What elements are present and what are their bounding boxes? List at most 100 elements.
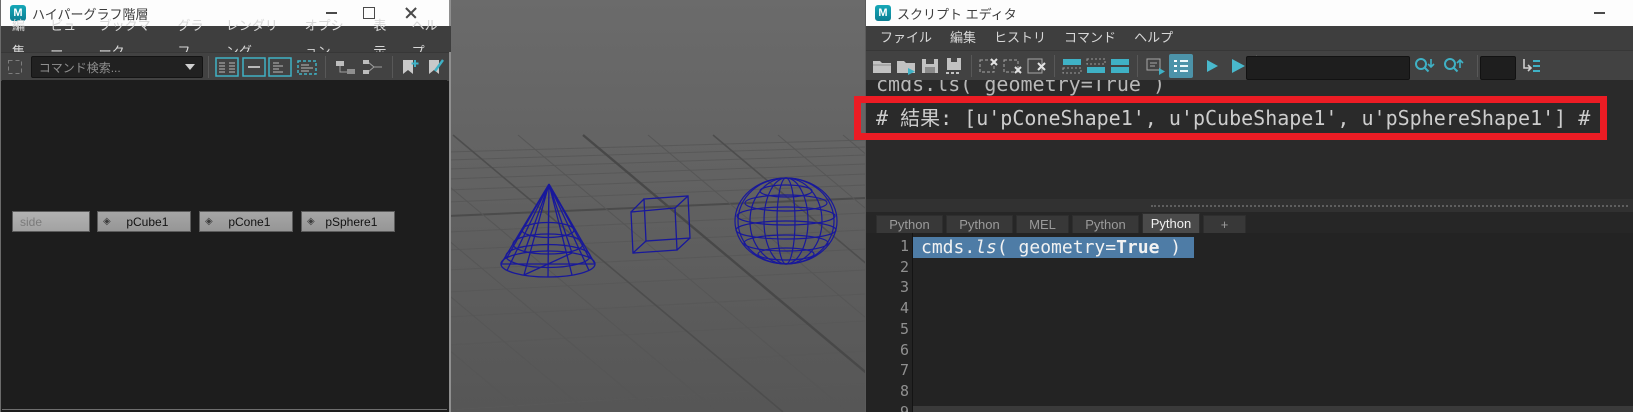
toolbar-separator bbox=[1054, 55, 1055, 77]
command-search-combo[interactable]: コマンド検索... bbox=[30, 56, 203, 78]
tab-python-3[interactable]: Python bbox=[1072, 215, 1139, 233]
edit-bookmark-button[interactable] bbox=[423, 55, 449, 79]
open-script-button[interactable] bbox=[870, 53, 894, 79]
sphere-wireframe[interactable] bbox=[734, 177, 838, 265]
upstream-connections-icon bbox=[336, 61, 356, 74]
execute-icon bbox=[1207, 60, 1218, 72]
goto-line-input[interactable] bbox=[1480, 56, 1516, 80]
search-next-icon bbox=[1415, 58, 1435, 73]
select-tool-button[interactable] bbox=[3, 55, 27, 79]
grid-axis-line bbox=[452, 134, 784, 412]
script-editor-window-title: スクリプト エディタ bbox=[897, 6, 1017, 22]
clear-history-icon bbox=[1003, 59, 1022, 74]
echo-commands-icon bbox=[1146, 58, 1165, 75]
marquee-select-icon bbox=[7, 60, 22, 74]
line-number: 2 bbox=[899, 257, 909, 276]
traversal-depth-icon bbox=[297, 60, 317, 75]
toolbar-separator bbox=[1137, 55, 1138, 77]
menu-help[interactable]: ヘルプ bbox=[1125, 25, 1182, 51]
search-next-button[interactable] bbox=[1411, 54, 1437, 78]
hypergraph-menubar: 編集 ビュー ブックマーク グラフ レンダリング オプション 表示 ヘルプ bbox=[1, 18, 451, 59]
menu-command[interactable]: コマンド bbox=[1055, 25, 1125, 51]
line-number: 3 bbox=[899, 278, 909, 297]
node-psphere1[interactable]: ◈ pSphere1 bbox=[301, 211, 395, 232]
menu-edit[interactable]: 編集 bbox=[941, 25, 985, 51]
save-script-button[interactable] bbox=[918, 53, 942, 79]
line-number: 5 bbox=[899, 319, 909, 338]
search-previous-icon bbox=[1444, 58, 1464, 73]
add-tab-button[interactable]: + bbox=[1203, 215, 1246, 233]
pane-splitter[interactable] bbox=[866, 199, 1633, 212]
clear-input-button[interactable] bbox=[977, 53, 1001, 79]
downstream-connections-button[interactable] bbox=[359, 55, 387, 79]
hierarchy-layout-button[interactable] bbox=[214, 55, 241, 79]
clear-input-icon bbox=[979, 58, 998, 73]
save-script-icon bbox=[922, 59, 938, 73]
maya-logo-icon: M bbox=[875, 5, 891, 21]
chevron-down-icon bbox=[184, 64, 195, 70]
hypergraph-canvas[interactable]: side ◈ pCube1 ◈ pCone1 ◈ pSphere1 bbox=[2, 80, 447, 410]
history-echo-line: cmds.ls( geometry=True ) bbox=[876, 80, 1165, 96]
node-label: pCube1 bbox=[126, 214, 169, 229]
hypergraph-toolbar: コマンド検索... bbox=[1, 52, 449, 81]
cube-wireframe[interactable] bbox=[630, 195, 691, 254]
transform-node-icon: ◈ bbox=[307, 216, 315, 227]
selected-code-line[interactable]: cmds.ls( geometry=True ) bbox=[913, 237, 1194, 258]
load-script-button[interactable] bbox=[894, 53, 918, 79]
hypergraph-window: M ハイパーグラフ階層 編集 ビュー ブックマーク グラフ レンダリング オプシ… bbox=[0, 0, 451, 412]
maya-desktop: M ハイパーグラフ階層 編集 ビュー ブックマーク グラフ レンダリング オプシ… bbox=[0, 0, 1633, 412]
line-numbers-icon bbox=[1174, 60, 1188, 72]
show-input-pane-button[interactable] bbox=[1084, 53, 1108, 79]
toolbar-separator bbox=[971, 55, 972, 77]
line-numbers-toggle-button[interactable] bbox=[1169, 54, 1193, 78]
save-to-shelf-button[interactable] bbox=[942, 53, 966, 79]
tab-python-1[interactable]: Python bbox=[876, 215, 943, 233]
echo-commands-button[interactable] bbox=[1143, 53, 1169, 79]
tab-python-active[interactable]: Python bbox=[1142, 213, 1200, 233]
horizontal-scrollbar[interactable] bbox=[913, 406, 1633, 412]
node-pcube1[interactable]: ◈ pCube1 bbox=[97, 211, 191, 232]
show-both-panes-button[interactable] bbox=[1108, 53, 1132, 79]
transform-node-icon: ◈ bbox=[205, 216, 213, 227]
menu-file[interactable]: ファイル bbox=[871, 25, 941, 51]
search-input[interactable] bbox=[1246, 56, 1410, 80]
tab-mel[interactable]: MEL bbox=[1016, 215, 1069, 233]
perspective-viewport[interactable] bbox=[448, 0, 865, 412]
goto-line-button[interactable] bbox=[1518, 54, 1544, 78]
node-side-camera[interactable]: side bbox=[12, 211, 90, 232]
expand-node-icon bbox=[268, 57, 293, 77]
script-editor-titlebar[interactable]: M スクリプト エディタ bbox=[866, 0, 1633, 26]
show-both-panes-icon bbox=[1111, 59, 1129, 73]
transform-node-icon: ◈ bbox=[103, 216, 111, 227]
script-input-pane[interactable]: 1 2 3 4 5 6 7 8 9 cmds.ls( geometry=True… bbox=[866, 233, 1633, 412]
add-bookmark-button[interactable] bbox=[398, 55, 424, 79]
node-label: pSphere1 bbox=[325, 214, 378, 229]
expand-node-button[interactable] bbox=[267, 55, 294, 79]
search-previous-button[interactable] bbox=[1440, 54, 1466, 78]
clear-history-button[interactable] bbox=[1001, 53, 1025, 79]
traversal-depth-button[interactable] bbox=[294, 55, 321, 79]
line-number: 9 bbox=[899, 402, 909, 412]
execute-button[interactable] bbox=[1199, 53, 1225, 79]
show-history-pane-icon bbox=[1062, 59, 1082, 74]
minimize-button[interactable] bbox=[1584, 0, 1614, 26]
collapse-node-button[interactable] bbox=[240, 55, 267, 79]
downstream-connections-icon bbox=[362, 60, 382, 74]
upstream-connections-button[interactable] bbox=[331, 55, 359, 79]
splitter-handle bbox=[1151, 205, 1628, 207]
load-script-icon bbox=[897, 61, 915, 75]
line-number: 6 bbox=[899, 340, 909, 359]
line-number-gutter: 1 2 3 4 5 6 7 8 9 bbox=[866, 236, 909, 412]
gutter-divider bbox=[912, 233, 913, 412]
node-pcone1[interactable]: ◈ pCone1 bbox=[199, 211, 293, 232]
save-to-shelf-icon bbox=[946, 58, 961, 74]
collapse-node-icon bbox=[241, 57, 266, 77]
execute-all-icon bbox=[1232, 59, 1245, 73]
show-history-pane-button[interactable] bbox=[1060, 53, 1084, 79]
menu-history[interactable]: ヒストリ bbox=[985, 25, 1055, 51]
viewport-canvas bbox=[448, 134, 865, 412]
clear-all-button[interactable] bbox=[1025, 53, 1049, 79]
grid-axis-line-heavy bbox=[582, 134, 865, 374]
tab-python-2[interactable]: Python bbox=[946, 215, 1013, 233]
line-number: 1 bbox=[899, 237, 909, 255]
